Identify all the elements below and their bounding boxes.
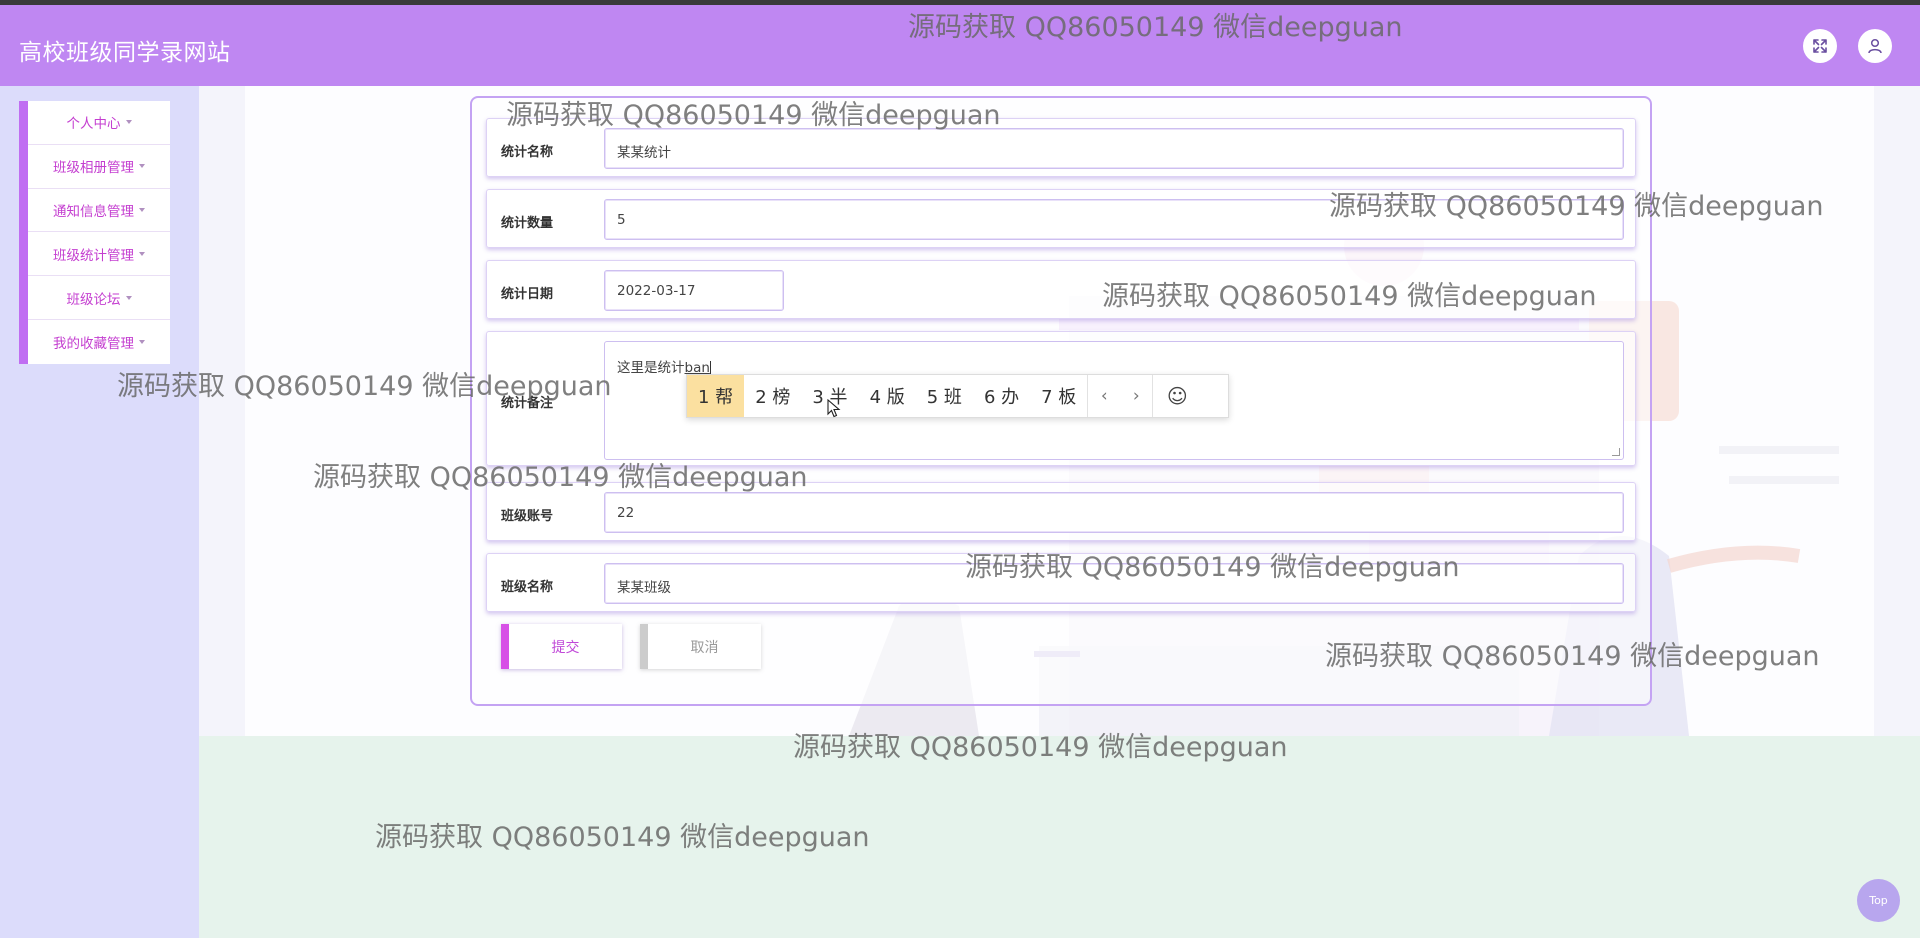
caret-down-icon <box>139 207 145 212</box>
ime-candidate[interactable]: 6 办 <box>973 375 1030 417</box>
form-row-class-account: 班级账号 22 <box>486 482 1636 541</box>
user-icon <box>1868 38 1882 54</box>
class-name-input[interactable]: 某某班级 <box>604 563 1624 604</box>
header-bar: 高校班级同学录网站 <box>0 5 1920 86</box>
sidebar-item-label: 个人中心 <box>66 116 121 133</box>
remark-committed-text: 这里是统计 <box>617 360 685 376</box>
field-label: 统计名称 <box>501 145 554 160</box>
class-account-input[interactable]: 22 <box>604 492 1624 533</box>
ime-candidate-bar: 1 帮 2 榜 3 半 4 版 5 班 6 办 7 板 ‹ › ☺ <box>686 374 1229 418</box>
fullscreen-icon <box>1813 39 1827 53</box>
ime-candidate[interactable]: 5 班 <box>916 375 973 417</box>
site-title: 高校班级同学录网站 <box>19 40 231 66</box>
footer-area <box>199 736 1920 938</box>
caret-down-icon <box>125 120 132 125</box>
sidebar-item-label: 通知信息管理 <box>53 203 134 220</box>
caret-down-icon <box>139 164 145 169</box>
sidebar-item-personal-center[interactable]: 个人中心 <box>28 101 170 145</box>
sidebar-item-label: 我的收藏管理 <box>53 335 134 352</box>
form-row-stat-count: 统计数量 5 <box>486 189 1636 248</box>
resize-grip-icon[interactable] <box>1612 448 1620 456</box>
ime-candidate[interactable]: 1 帮 <box>687 375 745 417</box>
sidebar: 个人中心 班级相册管理 通知信息管理 班级统计管理 班级论坛 我的收藏管理 <box>19 101 170 364</box>
ime-next-page-icon[interactable]: › <box>1120 375 1152 417</box>
sidebar-item-class-album[interactable]: 班级相册管理 <box>28 145 170 189</box>
stat-count-input[interactable]: 5 <box>604 199 1624 240</box>
field-label: 统计备注 <box>501 396 554 411</box>
ime-candidate[interactable]: 7 板 <box>1030 375 1087 417</box>
sidebar-item-favorites[interactable]: 我的收藏管理 <box>28 320 170 364</box>
stat-date-input[interactable]: 2022-03-17 <box>604 270 784 311</box>
ime-candidate[interactable]: 2 榜 <box>744 375 801 417</box>
sidebar-item-label: 班级论坛 <box>66 291 121 308</box>
sidebar-item-forum[interactable]: 班级论坛 <box>28 276 170 320</box>
sidebar-item-label: 班级相册管理 <box>53 160 134 177</box>
sidebar-item-label: 班级统计管理 <box>53 247 134 264</box>
mouse-pointer-icon <box>827 399 841 418</box>
cancel-button[interactable]: 取消 <box>640 624 761 669</box>
stat-name-input[interactable]: 某某统计 <box>604 128 1624 169</box>
submit-button[interactable]: 提交 <box>501 624 622 669</box>
ime-prev-page-icon[interactable]: ‹ <box>1088 375 1120 417</box>
back-to-top-button[interactable]: Top <box>1857 879 1900 922</box>
field-label: 班级账号 <box>501 509 554 524</box>
sidebar-item-notice[interactable]: 通知信息管理 <box>28 189 170 233</box>
form-row-stat-name: 统计名称 某某统计 <box>486 118 1636 177</box>
caret-down-icon <box>139 339 145 344</box>
fullscreen-button[interactable] <box>1803 29 1837 63</box>
field-label: 统计数量 <box>501 216 554 231</box>
ime-emoji-icon[interactable]: ☺ <box>1153 375 1201 417</box>
field-label: 统计日期 <box>501 287 554 302</box>
form-row-stat-date: 统计日期 2022-03-17 <box>486 260 1636 319</box>
field-label: 班级名称 <box>501 580 554 595</box>
user-button[interactable] <box>1858 29 1892 63</box>
caret-down-icon <box>139 251 145 256</box>
form-row-class-name: 班级名称 某某班级 <box>486 553 1636 612</box>
ime-candidate[interactable]: 4 版 <box>859 375 916 417</box>
caret-down-icon <box>125 295 132 300</box>
sidebar-item-class-statistics[interactable]: 班级统计管理 <box>28 232 170 277</box>
